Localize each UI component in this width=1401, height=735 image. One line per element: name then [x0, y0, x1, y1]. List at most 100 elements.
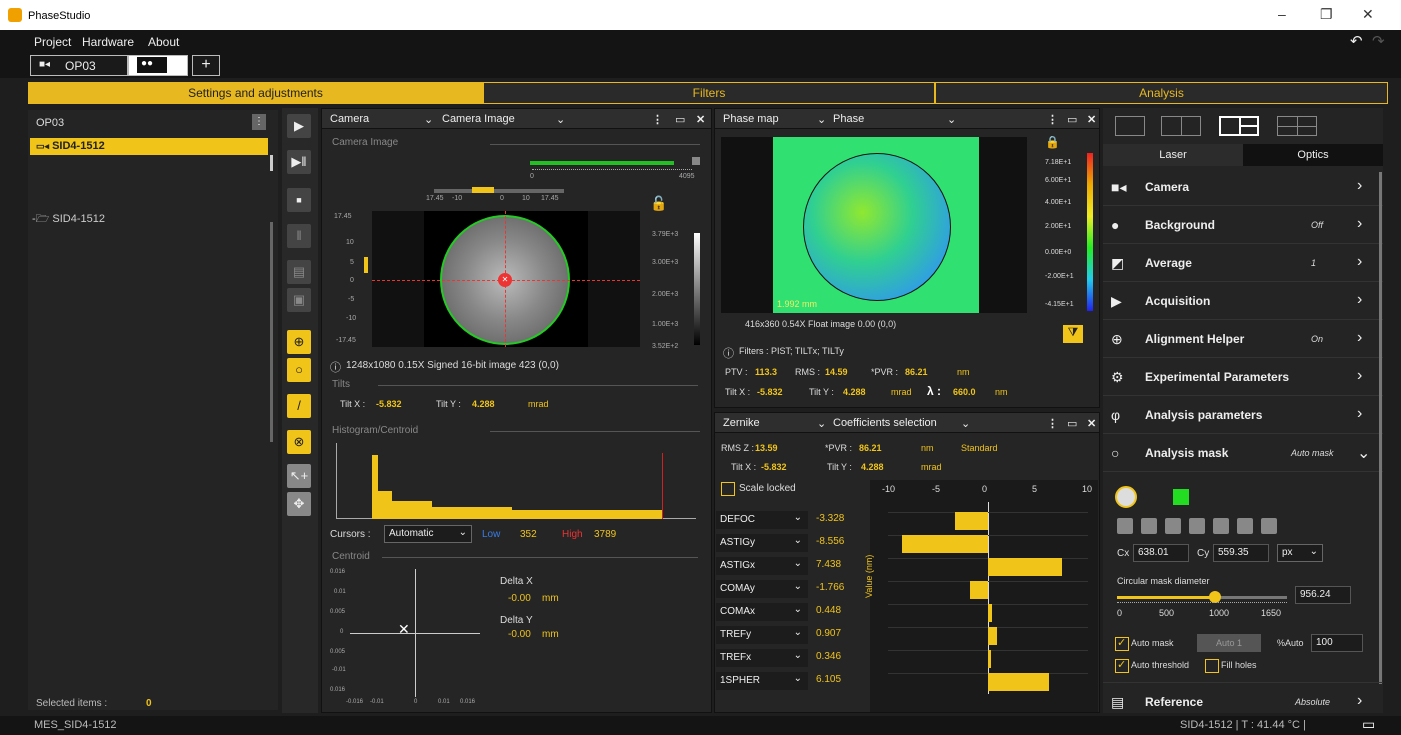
- cursor-target-icon[interactable]: ⊗: [287, 430, 311, 454]
- settings-row-reference[interactable]: ▤ Reference Absolute ›: [1103, 682, 1383, 720]
- tab-secondary[interactable]: ●●: [128, 55, 188, 76]
- camera-selector[interactable]: Camera: [330, 113, 369, 125]
- panel-menu-icon[interactable]: ⋮: [252, 114, 266, 130]
- more-icon[interactable]: ⋮: [1047, 113, 1058, 126]
- auto-threshold-checkbox[interactable]: ✓: [1115, 659, 1129, 673]
- mask-shape-polygon-icon[interactable]: [1237, 518, 1253, 534]
- lock-icon[interactable]: 🔓: [650, 195, 667, 212]
- settings-row-analysis-parameters[interactable]: φ Analysis parameters ›: [1103, 396, 1383, 434]
- more-icon[interactable]: ⋮: [1047, 417, 1058, 430]
- undo-icon[interactable]: ↶: [1350, 32, 1363, 50]
- more-icon[interactable]: ⋮: [652, 113, 663, 126]
- settings-row-background[interactable]: ● Background Off ›: [1103, 206, 1383, 244]
- zernike-mode-dropdown[interactable]: ASTIGy ⌄: [716, 534, 808, 552]
- settings-row-experimental-parameters[interactable]: ⚙ Experimental Parameters ›: [1103, 358, 1383, 396]
- redo-icon[interactable]: ↷: [1372, 32, 1385, 50]
- restore-icon[interactable]: ❐: [1320, 6, 1333, 23]
- phase-view-selector[interactable]: Phase: [833, 113, 864, 125]
- chevron-down-icon[interactable]: ⌄: [947, 113, 956, 126]
- tree-item[interactable]: -🗁 SID4-1512: [32, 210, 105, 229]
- close-panel-icon[interactable]: ✕: [1087, 113, 1096, 126]
- layout-three-icon[interactable]: [1219, 116, 1259, 136]
- maximize-icon[interactable]: ▭: [1067, 417, 1077, 430]
- chevron-down-icon[interactable]: ⌄: [961, 417, 970, 430]
- diameter-slider[interactable]: [1117, 596, 1287, 599]
- settings-row-alignment-helper[interactable]: ⊕ Alignment Helper On ›: [1103, 320, 1383, 358]
- move-icon[interactable]: ✥: [287, 492, 311, 516]
- cx-input[interactable]: 638.01: [1133, 544, 1189, 562]
- mask-shape-ellipse-icon[interactable]: [1213, 518, 1229, 534]
- chevron-down-icon[interactable]: ⌄: [817, 113, 826, 126]
- maximize-icon[interactable]: ▭: [1067, 113, 1077, 126]
- unit-dropdown[interactable]: px ⌄: [1277, 544, 1323, 562]
- zernike-selector[interactable]: Zernike: [723, 417, 760, 429]
- selected-device[interactable]: ▭◂ SID4-1512: [30, 138, 268, 155]
- line-icon[interactable]: /: [287, 394, 311, 418]
- mask-shape-square-icon[interactable]: [1165, 518, 1181, 534]
- menu-hardware[interactable]: Hardware: [82, 35, 134, 49]
- settings-row-camera[interactable]: ■◂ Camera ›: [1103, 168, 1383, 206]
- zernike-mode-dropdown[interactable]: COMAy ⌄: [716, 580, 808, 598]
- mask-shape-ring-icon[interactable]: [1189, 518, 1205, 534]
- tab-op03[interactable]: ■◂ OP03: [30, 55, 128, 76]
- menu-project[interactable]: Project: [34, 35, 71, 49]
- scrollbar[interactable]: [1379, 172, 1382, 684]
- pct-auto-input[interactable]: 100: [1311, 634, 1363, 652]
- chevron-down-icon[interactable]: ⌄: [424, 113, 433, 126]
- chevron-down-icon[interactable]: ⌄: [556, 113, 565, 126]
- x-range-handle[interactable]: [472, 187, 494, 193]
- cursors-dropdown[interactable]: Automatic ⌄: [384, 525, 472, 543]
- step-icon[interactable]: ▶‖: [287, 150, 311, 174]
- level-handle[interactable]: [692, 157, 700, 165]
- zernike-mode-dropdown[interactable]: TREFx ⌄: [716, 649, 808, 667]
- close-icon[interactable]: ✕: [1362, 6, 1374, 23]
- maximize-icon[interactable]: ▭: [675, 113, 685, 126]
- settings-row-acquisition[interactable]: ▶ Acquisition ›: [1103, 282, 1383, 320]
- mask-shape-rect-round-icon[interactable]: [1141, 518, 1157, 534]
- settings-row-analysis-mask[interactable]: ○ Analysis mask Auto mask ⌄: [1103, 434, 1383, 472]
- lock-icon[interactable]: 🔒: [1045, 135, 1060, 149]
- scale-locked-checkbox[interactable]: [721, 482, 735, 496]
- zernike-mode-dropdown[interactable]: ASTIGx ⌄: [716, 557, 808, 575]
- zernike-mode-dropdown[interactable]: 1SPHER ⌄: [716, 672, 808, 690]
- menu-about[interactable]: About: [148, 35, 179, 49]
- tab-settings[interactable]: Settings and adjustments: [28, 82, 483, 104]
- add-tab-button[interactable]: +: [192, 55, 220, 76]
- settings-row-average[interactable]: ◩ Average 1 ›: [1103, 244, 1383, 282]
- save-icon[interactable]: ▤: [287, 260, 311, 284]
- fill-holes-checkbox[interactable]: [1205, 659, 1219, 673]
- zernike-mode-dropdown[interactable]: COMAx ⌄: [716, 603, 808, 621]
- close-panel-icon[interactable]: ✕: [1087, 417, 1096, 430]
- tab-filters[interactable]: Filters: [483, 82, 935, 104]
- layout-split-icon[interactable]: [1161, 116, 1201, 136]
- circle-icon[interactable]: ○: [287, 358, 311, 382]
- tab-optics[interactable]: Optics: [1243, 144, 1383, 166]
- record-icon[interactable]: ■: [287, 188, 311, 212]
- pause-icon[interactable]: ‖: [287, 224, 311, 248]
- phase-map-selector[interactable]: Phase map: [723, 113, 779, 125]
- zernike-mode-dropdown[interactable]: DEFOC ⌄: [716, 511, 808, 529]
- auto-mask-button[interactable]: Auto 1: [1197, 634, 1261, 652]
- mask-color-swatch[interactable]: [1173, 489, 1189, 505]
- close-panel-icon[interactable]: ✕: [696, 113, 705, 126]
- play-icon[interactable]: ▶: [287, 114, 311, 138]
- zernike-mode-dropdown[interactable]: TREFy ⌄: [716, 626, 808, 644]
- camera-image[interactable]: ✕: [372, 211, 640, 347]
- layout-quad-icon[interactable]: [1277, 116, 1317, 136]
- circle-mask-icon[interactable]: [1115, 486, 1137, 508]
- layout-single-icon[interactable]: [1115, 116, 1145, 136]
- chevron-down-icon[interactable]: ⌄: [817, 417, 826, 430]
- minimize-icon[interactable]: –: [1278, 6, 1286, 22]
- camera-view-selector[interactable]: Camera Image: [442, 113, 515, 125]
- diameter-input[interactable]: 956.24: [1295, 586, 1351, 604]
- add-point-icon[interactable]: ↖+: [287, 464, 311, 488]
- open-icon[interactable]: ▣: [287, 288, 311, 312]
- mask-shape-grid-icon[interactable]: [1261, 518, 1277, 534]
- cy-input[interactable]: 559.35: [1213, 544, 1269, 562]
- mask-shape-circle-icon[interactable]: [1117, 518, 1133, 534]
- coefficients-selector[interactable]: Coefficients selection: [833, 417, 937, 429]
- target-icon[interactable]: ⊕: [287, 330, 311, 354]
- tab-analysis[interactable]: Analysis: [935, 82, 1388, 104]
- chat-icon[interactable]: ▭: [1362, 716, 1375, 733]
- phase-map-image[interactable]: 1.992 mm: [721, 137, 1027, 313]
